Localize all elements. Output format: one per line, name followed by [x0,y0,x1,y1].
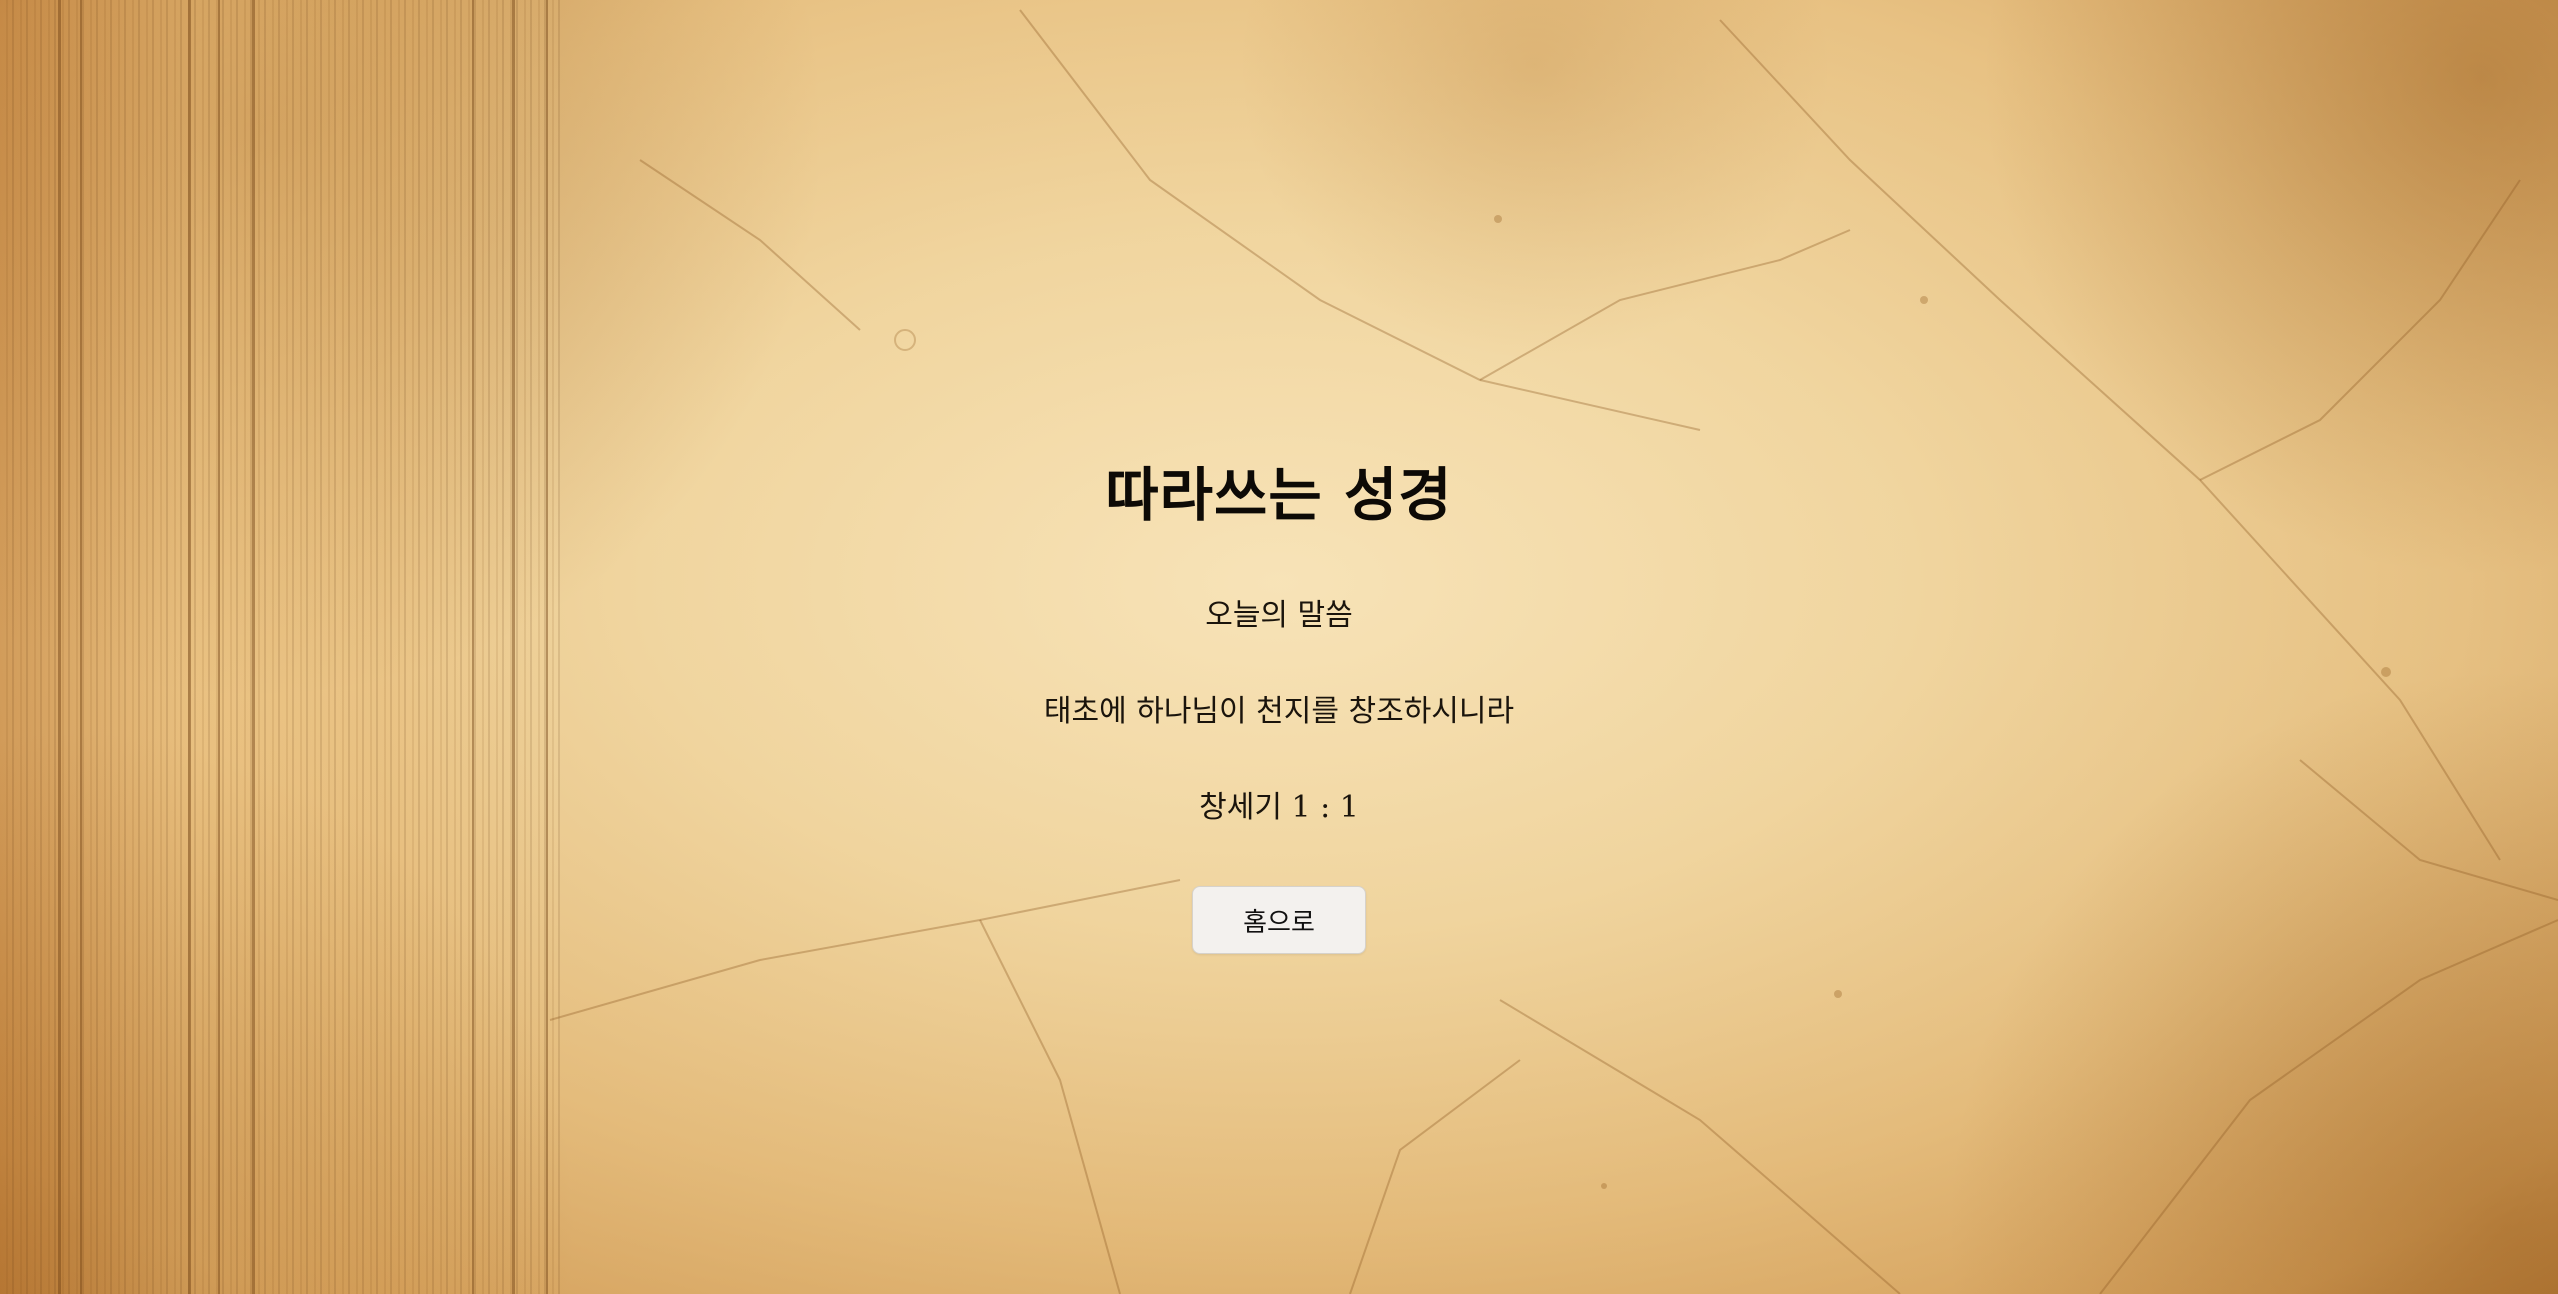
home-button[interactable]: 홈으로 [1192,886,1366,954]
daily-word-subtitle: 오늘의 말씀 [1205,598,1353,633]
page-title: 따라쓰는 성경 [1105,461,1453,529]
verse-reference: 창세기 1 : 1 [1199,790,1359,825]
verse-text: 태초에 하나님이 천지를 창조하시니라 [1043,694,1515,729]
main-content: 따라쓰는 성경 오늘의 말씀 태초에 하나님이 천지를 창조하시니라 창세기 1… [0,0,2558,1294]
